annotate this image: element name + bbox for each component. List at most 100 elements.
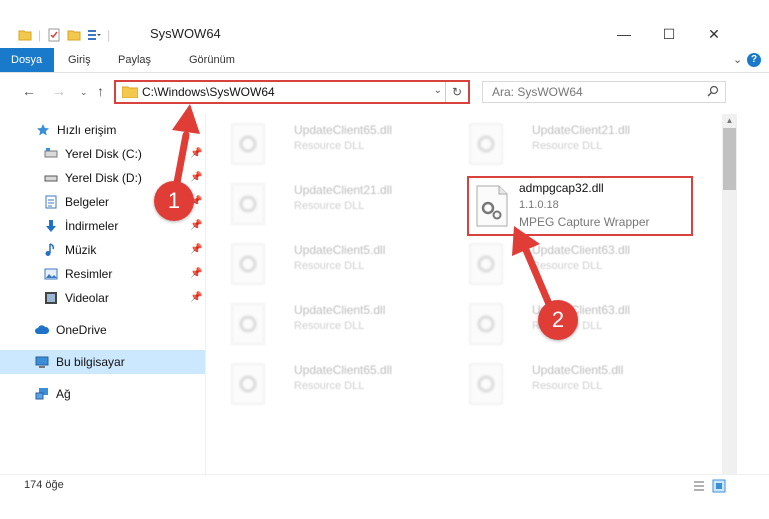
file-description: Resource DLL <box>294 320 365 332</box>
drive-icon <box>44 175 58 182</box>
scroll-thumb[interactable] <box>723 128 736 190</box>
file-tile[interactable]: UpdateClient63.dll Resource DLL <box>468 238 708 292</box>
scroll-up-icon[interactable]: ▲ <box>722 114 737 128</box>
file-name: UpdateClient5.dll <box>532 363 624 377</box>
window-bottom-edge <box>0 497 769 519</box>
forward-icon[interactable]: → <box>52 83 66 99</box>
file-name: admpgcap32.dll <box>519 181 604 195</box>
address-path[interactable]: C:\Windows\SysWOW64 <box>142 85 275 99</box>
details-view-icon[interactable] <box>692 479 706 493</box>
network-icon <box>35 388 48 400</box>
file-tile[interactable]: UpdateClient5.dll Resource DLL <box>230 238 470 292</box>
maximize-button[interactable]: ☐ <box>654 22 684 46</box>
pin-icon[interactable]: 📌 <box>190 262 202 286</box>
document-icon <box>45 195 57 209</box>
recent-locations-icon[interactable]: ⌄ <box>80 87 88 98</box>
separator: | <box>38 28 42 42</box>
file-tile[interactable]: UpdateClient5.dll Resource DLL <box>468 358 708 412</box>
refresh-icon[interactable]: ↻ <box>445 82 468 102</box>
sidebar-item-label: Bu bilgisayar <box>56 355 125 369</box>
folder-icon <box>122 86 138 98</box>
file-tile[interactable]: UpdateClient63.dll Resource DLL <box>468 298 708 352</box>
tab-home[interactable]: Giriş <box>68 48 91 72</box>
sidebar-item-quick-access[interactable]: Hızlı erişim <box>0 118 205 142</box>
file-description: Resource DLL <box>532 260 603 272</box>
tab-view[interactable]: Görünüm <box>189 48 235 72</box>
file-tile[interactable]: UpdateClient21.dll Resource DLL <box>468 118 708 172</box>
file-tile[interactable]: UpdateClient5.dll Resource DLL <box>230 298 470 352</box>
status-bar: 174 öğe <box>0 474 769 497</box>
file-tile[interactable]: UpdateClient65.dll Resource DLL <box>230 118 470 172</box>
sidebar-item-local-disk-c[interactable]: Yerel Disk (C:) 📌 <box>0 142 205 166</box>
sidebar-item-onedrive[interactable]: OneDrive <box>0 318 205 342</box>
computer-icon <box>35 356 49 368</box>
customize-toolbar-icon[interactable] <box>87 28 102 42</box>
file-tile[interactable]: UpdateClient65.dll Resource DLL <box>230 358 470 412</box>
up-icon[interactable]: ↑ <box>97 83 104 99</box>
sidebar-item-videos[interactable]: Videolar 📌 <box>0 286 205 310</box>
file-description: Resource DLL <box>294 260 365 272</box>
file-name: UpdateClient5.dll <box>294 303 386 317</box>
tab-file[interactable]: Dosya <box>0 48 54 72</box>
address-bar[interactable]: C:\Windows\SysWOW64 ⌄ ↻ <box>114 80 470 104</box>
file-tile[interactable]: UpdateClient21.dll Resource DLL <box>230 178 470 232</box>
music-icon <box>45 243 55 256</box>
file-description: Resource DLL <box>294 140 365 152</box>
sidebar-item-label: Hızlı erişim <box>57 123 117 137</box>
minimize-button[interactable]: — <box>609 22 639 46</box>
vertical-scrollbar[interactable]: ▲ <box>722 114 737 474</box>
picture-icon <box>44 268 58 280</box>
properties-icon[interactable] <box>47 28 61 42</box>
folder-icon[interactable] <box>18 28 32 42</box>
file-description: Resource DLL <box>532 140 603 152</box>
file-description: Resource DLL <box>532 380 603 392</box>
address-row: ← → ⌄ ↑ C:\Windows\SysWOW64 ⌄ ↻ Ara: Sys… <box>0 78 769 106</box>
sidebar-item-label: Videolar <box>65 291 109 305</box>
sidebar-item-label: Yerel Disk (C:) <box>65 147 142 161</box>
pane-divider[interactable] <box>205 114 206 474</box>
window-title: SysWOW64 <box>150 26 221 41</box>
search-input[interactable]: Ara: SysWOW64 <box>482 81 726 103</box>
pin-icon[interactable]: 📌 <box>190 166 202 190</box>
tab-share[interactable]: Paylaş <box>118 48 151 72</box>
highlighted-file-tile[interactable]: admpgcap32.dll 1.1.0.18 MPEG Capture Wra… <box>467 176 693 236</box>
address-dropdown-icon[interactable]: ⌄ <box>434 85 442 96</box>
new-folder-icon[interactable] <box>67 28 81 42</box>
back-icon[interactable]: ← <box>22 83 36 99</box>
dll-file-icon <box>469 123 503 165</box>
dll-file-icon <box>476 185 508 227</box>
large-icons-view-icon[interactable] <box>712 479 726 493</box>
pin-icon[interactable]: 📌 <box>190 142 202 166</box>
help-icon[interactable]: ? <box>747 53 761 67</box>
drive-icon <box>44 148 58 158</box>
title-bar: | | SysWOW64 — ☐ ✕ <box>0 0 769 46</box>
dll-file-icon <box>231 243 265 285</box>
file-description: MPEG Capture Wrapper <box>519 215 650 229</box>
dll-file-icon <box>231 123 265 165</box>
star-icon <box>37 124 49 136</box>
dll-file-icon <box>469 363 503 405</box>
download-icon <box>46 220 56 232</box>
file-description: Resource DLL <box>294 380 365 392</box>
sidebar-item-this-pc[interactable]: Bu bilgisayar <box>0 350 205 374</box>
navigation-pane: Hızlı erişim Yerel Disk (C:) 📌 Yerel Dis… <box>0 114 205 474</box>
file-name: UpdateClient65.dll <box>294 123 393 137</box>
separator: | <box>107 28 111 42</box>
cloud-icon <box>35 325 49 334</box>
sidebar-item-label: Müzik <box>65 243 97 257</box>
sidebar-item-label: OneDrive <box>56 323 107 337</box>
pin-icon[interactable]: 📌 <box>190 214 202 238</box>
sidebar-item-pictures[interactable]: Resimler 📌 <box>0 262 205 286</box>
pin-icon[interactable]: 📌 <box>190 286 202 310</box>
dll-file-icon <box>469 243 503 285</box>
pin-icon[interactable]: 📌 <box>190 238 202 262</box>
close-button[interactable]: ✕ <box>699 22 729 46</box>
quick-access-toolbar: | | <box>18 24 110 46</box>
file-name: UpdateClient63.dll <box>532 243 631 257</box>
expand-ribbon-icon[interactable]: ⌄ <box>733 48 742 72</box>
file-list: UpdateClient65.dll Resource DLL UpdateCl… <box>215 114 720 474</box>
sidebar-item-network[interactable]: Ağ <box>0 382 205 406</box>
sidebar-item-music[interactable]: Müzik 📌 <box>0 238 205 262</box>
file-description: Resource DLL <box>294 200 365 212</box>
annotation-badge-1: 1 <box>154 181 194 221</box>
